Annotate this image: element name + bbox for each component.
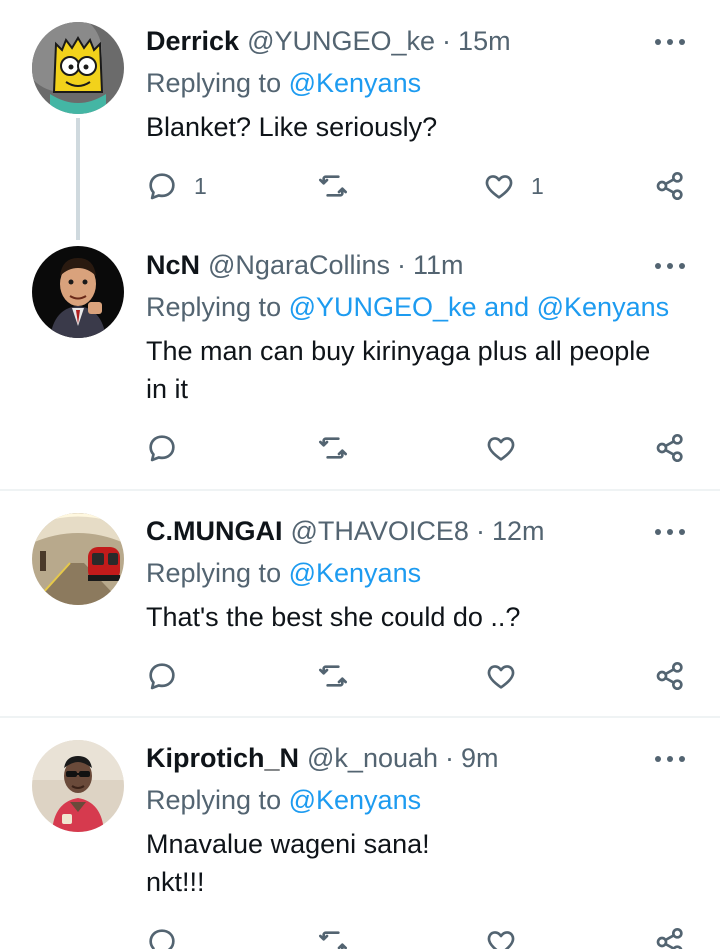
- reply-button[interactable]: [146, 926, 178, 949]
- timestamp[interactable]: 9m: [461, 743, 499, 774]
- cartoon-avatar[interactable]: [32, 22, 124, 114]
- timestamp[interactable]: 15m: [458, 26, 511, 57]
- tweet-text: The man can buy kirinyaga plus all peopl…: [146, 332, 686, 408]
- separator-dot: ·: [445, 743, 455, 773]
- heart-icon: [485, 660, 517, 692]
- like-count: 1: [531, 172, 544, 199]
- share-button[interactable]: [654, 432, 686, 464]
- display-name[interactable]: Derrick: [146, 26, 239, 57]
- more-options-icon[interactable]: [652, 30, 688, 54]
- share-icon: [654, 926, 686, 949]
- replying-label: Replying to: [146, 292, 282, 322]
- replying-label: Replying to: [146, 68, 282, 98]
- reply-icon: [146, 926, 178, 949]
- replying-to: Replying to @YUNGEO_ke and @Kenyans: [146, 292, 669, 323]
- display-name[interactable]: NcN: [146, 250, 200, 281]
- thread-line: [76, 118, 80, 240]
- tweet-header: NcN @NgaraCollins · 11m: [146, 250, 464, 284]
- replying-label: Replying to: [146, 558, 282, 588]
- reply-count: 1: [194, 172, 207, 199]
- more-options-icon[interactable]: [652, 747, 688, 771]
- person-photo-avatar[interactable]: [32, 740, 124, 832]
- share-button[interactable]: [654, 170, 686, 202]
- tweet-kiprotich[interactable]: Kiprotich_N @k_nouah · 9m Replying to @K…: [0, 718, 720, 949]
- replying-to: Replying to @Kenyans: [146, 68, 421, 99]
- tweet-cmungai[interactable]: C.MUNGAI @THAVOICE8 · 12m Replying to @K…: [0, 491, 720, 717]
- like-button[interactable]: [485, 660, 517, 692]
- share-button[interactable]: [654, 660, 686, 692]
- tweet-text-line: in it: [146, 374, 189, 404]
- heart-icon: [483, 170, 515, 202]
- reply-icon: [146, 660, 178, 692]
- tweet-header: C.MUNGAI @THAVOICE8 · 12m: [146, 516, 544, 550]
- like-button[interactable]: 1: [483, 170, 544, 202]
- timestamp[interactable]: 12m: [492, 516, 545, 547]
- heart-icon: [485, 926, 517, 949]
- share-icon: [654, 660, 686, 692]
- reply-button[interactable]: 1: [146, 170, 207, 202]
- like-button[interactable]: [485, 432, 517, 464]
- retweet-button[interactable]: [317, 432, 349, 464]
- tweet-ncn[interactable]: NcN @NgaraCollins · 11m Replying to @YUN…: [0, 240, 720, 490]
- user-handle[interactable]: @THAVOICE8: [291, 516, 469, 547]
- tweet-text: Mnavalue wageni sana! nkt!!!: [146, 825, 686, 901]
- retweet-icon: [317, 170, 349, 202]
- tweet-text: That's the best she could do ..?: [146, 598, 686, 636]
- caricature-avatar[interactable]: [32, 246, 124, 338]
- tweet-text-line: Blanket? Like seriously?: [146, 112, 438, 142]
- tweet-text-line: nkt!!!: [146, 867, 205, 897]
- share-icon: [654, 432, 686, 464]
- like-button[interactable]: [485, 926, 517, 949]
- reply-icon: [146, 432, 178, 464]
- share-button[interactable]: [654, 926, 686, 949]
- retweet-button[interactable]: [317, 926, 349, 949]
- mention-link[interactable]: @Kenyans: [289, 558, 421, 588]
- reply-button[interactable]: [146, 660, 178, 692]
- replying-to: Replying to @Kenyans: [146, 785, 421, 816]
- tweet-text-line: That's the best she could do ..?: [146, 602, 521, 632]
- retweet-button[interactable]: [317, 170, 349, 202]
- display-name[interactable]: C.MUNGAI: [146, 516, 283, 547]
- user-handle[interactable]: @YUNGEO_ke: [247, 26, 435, 57]
- retweet-icon: [317, 660, 349, 692]
- heart-icon: [485, 432, 517, 464]
- tweet-header: Kiprotich_N @k_nouah · 9m: [146, 743, 499, 777]
- more-options-icon[interactable]: [652, 254, 688, 278]
- separator-dot: ·: [397, 250, 406, 280]
- tweet-text: Blanket? Like seriously?: [146, 108, 686, 146]
- more-options-icon[interactable]: [652, 520, 688, 544]
- share-icon: [654, 170, 686, 202]
- mention-link[interactable]: @Kenyans: [289, 68, 421, 98]
- separator-dot: ·: [475, 516, 485, 546]
- user-handle[interactable]: @k_nouah: [307, 743, 438, 774]
- tweet-derrick[interactable]: Derrick @YUNGEO_ke · 15m Replying to @Ke…: [0, 0, 720, 240]
- reply-icon: [146, 170, 178, 202]
- tweet-text-line: Mnavalue wageni sana!: [146, 829, 430, 859]
- train-station-avatar[interactable]: [32, 513, 124, 605]
- retweet-icon: [317, 432, 349, 464]
- user-handle[interactable]: @NgaraCollins: [208, 250, 390, 281]
- mention-link[interactable]: @YUNGEO_ke and @Kenyans: [289, 292, 670, 322]
- reply-button[interactable]: [146, 432, 178, 464]
- replying-label: Replying to: [146, 785, 282, 815]
- timestamp[interactable]: 11m: [413, 250, 464, 281]
- separator-dot: ·: [442, 26, 452, 56]
- retweet-icon: [317, 926, 349, 949]
- tweet-header: Derrick @YUNGEO_ke · 15m: [146, 26, 511, 60]
- retweet-button[interactable]: [317, 660, 349, 692]
- mention-link[interactable]: @Kenyans: [289, 785, 421, 815]
- tweet-text-line: The man can buy kirinyaga plus all peopl…: [146, 336, 651, 366]
- replying-to: Replying to @Kenyans: [146, 558, 421, 589]
- display-name[interactable]: Kiprotich_N: [146, 743, 299, 774]
